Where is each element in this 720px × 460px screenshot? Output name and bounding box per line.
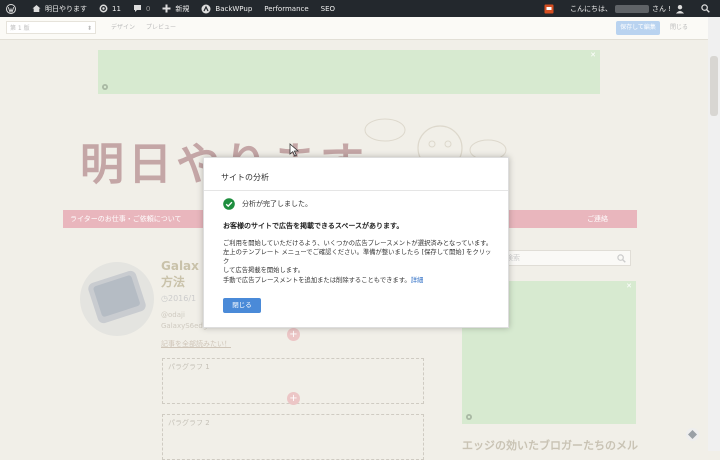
check-circle-icon bbox=[223, 198, 235, 210]
dialog-body: ご利用を開始していただけるよう、いくつかの広告プレースメントが選択済みとなってい… bbox=[223, 239, 495, 275]
seo-link[interactable]: SEO bbox=[315, 0, 341, 17]
add-ad-plus-icon[interactable]: + bbox=[287, 392, 300, 405]
search-icon[interactable] bbox=[617, 254, 626, 263]
nav-item-contact[interactable]: ご連絡 bbox=[587, 210, 608, 228]
comment-icon bbox=[133, 5, 141, 12]
admin-bar: 明日やります 11 0 新規 BackWPup Performance SEO … bbox=[0, 0, 720, 17]
refresh-icon bbox=[99, 4, 108, 13]
paragraph-label-2: パラグラフ 2 bbox=[168, 419, 210, 427]
plus-icon bbox=[162, 4, 171, 13]
design-tab[interactable]: デザイン bbox=[107, 21, 139, 34]
comments-count: 0 bbox=[145, 4, 151, 13]
notification-icon bbox=[544, 4, 554, 13]
template-select[interactable]: 第 1 版 ⬍ bbox=[6, 21, 96, 34]
new-content-link[interactable]: 新規 bbox=[156, 0, 195, 17]
my-account-link[interactable]: こんにちは、 さん ! bbox=[564, 0, 695, 17]
nav-item-writer[interactable]: ライターのお仕事・ご依頼について bbox=[70, 210, 182, 228]
dialog-footer-text: 手動で広告プレースメントを追加または削除することもできます。詳細 bbox=[223, 277, 424, 284]
preview-tab[interactable]: プレビュー bbox=[142, 21, 180, 34]
backwpup-link[interactable]: BackWPup bbox=[195, 0, 258, 17]
new-label: 新規 bbox=[175, 4, 190, 13]
site-name-link[interactable]: 明日やります bbox=[26, 0, 93, 17]
analysis-complete-text: 分析が完了しました。 bbox=[242, 200, 312, 208]
dialog-divider bbox=[204, 190, 508, 191]
wordpress-icon bbox=[6, 3, 16, 14]
dialog-body-line3: して広告掲載を開始します。 bbox=[223, 267, 305, 274]
mouse-cursor-icon bbox=[289, 143, 300, 157]
backwpup-icon bbox=[201, 4, 211, 13]
seo-label: SEO bbox=[320, 4, 336, 13]
save-and-edit-button[interactable]: 保存して編集 bbox=[616, 21, 660, 35]
select-arrow-icon: ⬍ bbox=[86, 25, 92, 32]
post-thumbnail[interactable] bbox=[80, 262, 154, 336]
site-name-label: 明日やります bbox=[45, 4, 87, 13]
greeting-suffix: さん ! bbox=[651, 4, 671, 13]
page-scrollbar[interactable] bbox=[708, 17, 720, 451]
ad-remove-icon[interactable]: ✕ bbox=[590, 51, 596, 59]
ad-placeholder-top[interactable]: ✕ bbox=[98, 50, 600, 94]
dialog-body-line1: ご利用を開始していただけるよう、いくつかの広告プレースメントが選択済みとなってい… bbox=[223, 240, 493, 247]
performance-link[interactable]: Performance bbox=[258, 0, 314, 17]
post-title-line1: Galax bbox=[161, 259, 199, 273]
paragraph-label-1: パラグラフ 1 bbox=[168, 363, 210, 371]
updates-link[interactable]: 11 bbox=[93, 0, 127, 17]
username-blurred bbox=[614, 4, 649, 13]
add-ad-plus-icon[interactable]: + bbox=[287, 328, 300, 341]
wordpress-logo-button[interactable] bbox=[0, 0, 26, 17]
scrollbar-thumb[interactable] bbox=[710, 56, 718, 116]
gear-icon[interactable] bbox=[101, 83, 109, 91]
analysis-dialog: サイトの分析 分析が完了しました。 お客様のサイトで広告を掲載できるスペースがあ… bbox=[203, 157, 509, 328]
comments-link[interactable]: 0 bbox=[127, 0, 156, 17]
updates-count: 11 bbox=[112, 4, 121, 13]
performance-label: Performance bbox=[264, 4, 309, 13]
user-avatar-icon bbox=[676, 4, 684, 13]
adsense-help-button[interactable] bbox=[686, 428, 699, 441]
phone-image bbox=[88, 270, 146, 324]
template-select-value: 第 1 版 bbox=[10, 25, 30, 32]
home-icon bbox=[32, 5, 41, 12]
gear-icon[interactable] bbox=[465, 413, 473, 421]
backwpup-label: BackWPup bbox=[215, 4, 253, 13]
read-more-link[interactable]: 記事を全部読みたい！ bbox=[161, 339, 231, 349]
editor-toolbar: 第 1 版 ⬍ デザイン プレビュー 保存して編集 閉じる bbox=[0, 17, 708, 40]
notification-button[interactable] bbox=[538, 0, 564, 17]
post-title-line2: 方法 bbox=[161, 275, 186, 289]
dialog-heading: お客様のサイトで広告を掲載できるスペースがあります。 bbox=[223, 222, 404, 230]
post-title[interactable]: Galax 方法 bbox=[161, 258, 199, 290]
toolbar-close-button[interactable]: 閉じる bbox=[666, 21, 692, 35]
search-button[interactable] bbox=[695, 0, 720, 17]
paragraph-slot-2: パラグラフ 2 bbox=[162, 414, 424, 460]
dialog-close-button[interactable]: 閉じる bbox=[223, 298, 261, 313]
dialog-body-line2: 左上のテンプレート メニューでご確認ください。準備が整いましたら [保存して開始… bbox=[223, 249, 492, 265]
search-icon bbox=[701, 4, 710, 13]
greeting-text: こんにちは、 bbox=[569, 4, 612, 13]
dialog-title: サイトの分析 bbox=[221, 173, 269, 182]
learn-more-link[interactable]: 詳細 bbox=[411, 277, 424, 284]
diamond-icon bbox=[688, 430, 697, 439]
post-date: ◷2016/1 bbox=[161, 294, 197, 303]
ad-remove-icon[interactable]: ✕ bbox=[626, 282, 632, 290]
clock-icon: ◷ bbox=[161, 294, 168, 303]
